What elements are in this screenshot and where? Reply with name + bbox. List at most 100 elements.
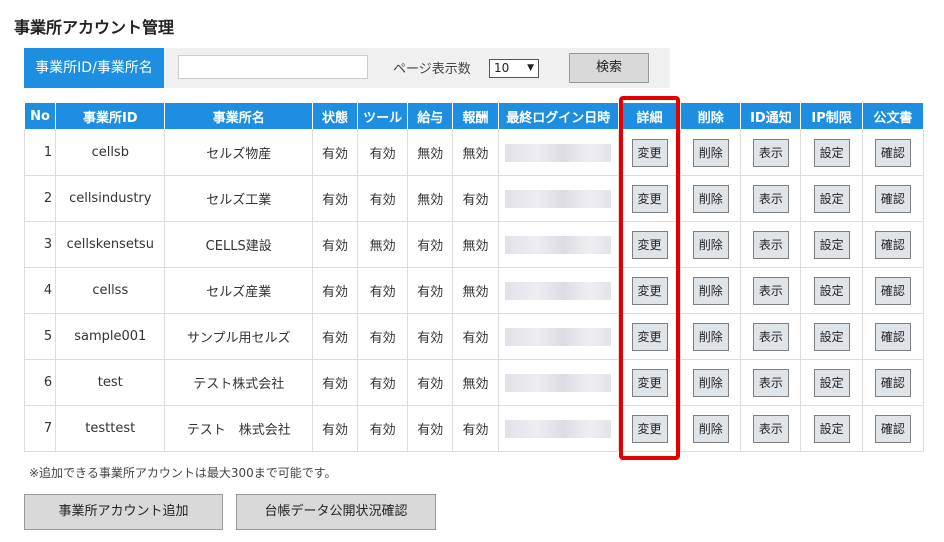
delete-button[interactable]: 削除 (692, 138, 729, 167)
delete-button[interactable]: 削除 (692, 230, 729, 259)
detail-change-button[interactable]: 変更 (631, 230, 668, 259)
row-tool: 有効 (357, 175, 409, 222)
id-notice-show-button[interactable]: 表示 (752, 138, 789, 167)
col-header-doc: 公文書 (861, 102, 925, 130)
detail-change-button[interactable]: 変更 (631, 138, 668, 167)
ip-setting-button[interactable]: 設定 (813, 368, 850, 397)
doc-confirm-button[interactable]: 確認 (874, 322, 911, 351)
table-row: 4 cellss セルズ産業 有効 有効 有効 無効 変更 削除 表示 設定 確… (23, 267, 925, 314)
row-name: CELLS建設 (164, 221, 313, 268)
doc-confirm-button[interactable]: 確認 (874, 276, 911, 305)
row-last-login (497, 175, 619, 222)
row-last-login (497, 313, 619, 360)
table-row: 2 cellsindustry セルズ工業 有効 有効 無効 有効 変更 削除 … (23, 175, 925, 222)
doc-confirm-button[interactable]: 確認 (874, 184, 911, 213)
delete-button[interactable]: 削除 (692, 322, 729, 351)
row-status: 有効 (311, 359, 359, 406)
id-notice-show-button[interactable]: 表示 (752, 230, 789, 259)
id-notice-show-button[interactable]: 表示 (752, 368, 789, 397)
ip-setting-button[interactable]: 設定 (813, 230, 850, 259)
row-last-login (497, 405, 619, 452)
table-header-row: No 事業所ID 事業所名 状態 ツール 給与 報酬 最終ログイン日時 詳細 削… (23, 102, 925, 130)
row-status: 有効 (311, 129, 359, 176)
row-no: 5 (23, 313, 57, 360)
search-button[interactable]: 検索 (569, 53, 649, 83)
detail-change-button[interactable]: 変更 (631, 322, 668, 351)
delete-button[interactable]: 削除 (692, 276, 729, 305)
id-notice-show-button[interactable]: 表示 (752, 322, 789, 351)
table-row: 7 testtest テスト 株式会社 有効 有効 有効 有効 変更 削除 表示… (23, 405, 925, 452)
delete-button[interactable]: 削除 (692, 184, 729, 213)
row-salary: 無効 (407, 175, 454, 222)
col-header-status: 状態 (311, 102, 359, 130)
search-input[interactable] (178, 55, 368, 79)
row-salary: 有効 (407, 267, 454, 314)
page-size-value: 10 (494, 61, 510, 75)
row-salary: 有効 (407, 313, 454, 360)
row-reward: 有効 (452, 313, 499, 360)
chevron-down-icon: ▼ (527, 63, 534, 73)
doc-confirm-button[interactable]: 確認 (874, 138, 911, 167)
ip-setting-button[interactable]: 設定 (813, 138, 850, 167)
row-status: 有効 (311, 313, 359, 360)
page-size-label: ページ表示数 (393, 62, 471, 77)
last-login-blurred (505, 281, 612, 300)
col-header-salary: 給与 (407, 102, 454, 130)
row-tool: 有効 (357, 359, 409, 406)
page-size-select[interactable]: 10 ▼ (489, 59, 539, 78)
last-login-blurred (505, 327, 612, 346)
id-notice-show-button[interactable]: 表示 (752, 276, 789, 305)
ip-setting-button[interactable]: 設定 (813, 184, 850, 213)
row-status: 有効 (311, 405, 359, 452)
row-no: 6 (23, 359, 57, 406)
row-no: 1 (23, 129, 57, 176)
row-no: 7 (23, 405, 57, 452)
search-label: 事業所ID/事業所名 (24, 48, 164, 88)
detail-change-button[interactable]: 変更 (631, 276, 668, 305)
row-last-login (497, 129, 619, 176)
last-login-blurred (505, 235, 612, 254)
doc-confirm-button[interactable]: 確認 (874, 368, 911, 397)
ip-setting-button[interactable]: 設定 (813, 414, 850, 443)
detail-change-button[interactable]: 変更 (631, 184, 668, 213)
row-reward: 無効 (452, 129, 499, 176)
page-title: 事業所アカウント管理 (14, 18, 175, 37)
last-login-blurred (505, 373, 612, 392)
row-tool: 有効 (357, 405, 409, 452)
row-no: 3 (23, 221, 57, 268)
ip-setting-button[interactable]: 設定 (813, 276, 850, 305)
id-notice-show-button[interactable]: 表示 (752, 414, 789, 443)
accounts-table: No 事業所ID 事業所名 状態 ツール 給与 報酬 最終ログイン日時 詳細 削… (23, 102, 925, 452)
table-row: 5 sample001 サンプル用セルズ 有効 有効 有効 有効 変更 削除 表… (23, 313, 925, 360)
detail-change-button[interactable]: 変更 (631, 368, 668, 397)
row-salary: 有効 (407, 405, 454, 452)
delete-button[interactable]: 削除 (692, 368, 729, 397)
row-reward: 有効 (452, 405, 499, 452)
row-name: セルズ産業 (164, 267, 313, 314)
col-header-tool: ツール (357, 102, 409, 130)
col-header-id: 事業所ID (55, 102, 166, 130)
row-tool: 有効 (357, 313, 409, 360)
col-header-name: 事業所名 (164, 102, 313, 130)
id-notice-show-button[interactable]: 表示 (752, 184, 789, 213)
row-id: test (55, 359, 166, 406)
ip-setting-button[interactable]: 設定 (813, 322, 850, 351)
row-last-login (497, 359, 619, 406)
row-reward: 無効 (452, 221, 499, 268)
col-header-ip: IP制限 (800, 102, 863, 130)
row-id: cellsindustry (55, 175, 166, 222)
table-row: 3 cellskensetsu CELLS建設 有効 無効 有効 無効 変更 削… (23, 221, 925, 268)
row-last-login (497, 221, 619, 268)
detail-change-button[interactable]: 変更 (631, 414, 668, 443)
row-tool: 無効 (357, 221, 409, 268)
last-login-blurred (505, 419, 612, 438)
ledger-status-button[interactable]: 台帳データ公開状況確認 (236, 494, 436, 530)
add-account-button[interactable]: 事業所アカウント追加 (24, 494, 223, 530)
doc-confirm-button[interactable]: 確認 (874, 230, 911, 259)
row-reward: 無効 (452, 359, 499, 406)
doc-confirm-button[interactable]: 確認 (874, 414, 911, 443)
delete-button[interactable]: 削除 (692, 414, 729, 443)
row-status: 有効 (311, 221, 359, 268)
row-last-login (497, 267, 619, 314)
row-tool: 有効 (357, 267, 409, 314)
